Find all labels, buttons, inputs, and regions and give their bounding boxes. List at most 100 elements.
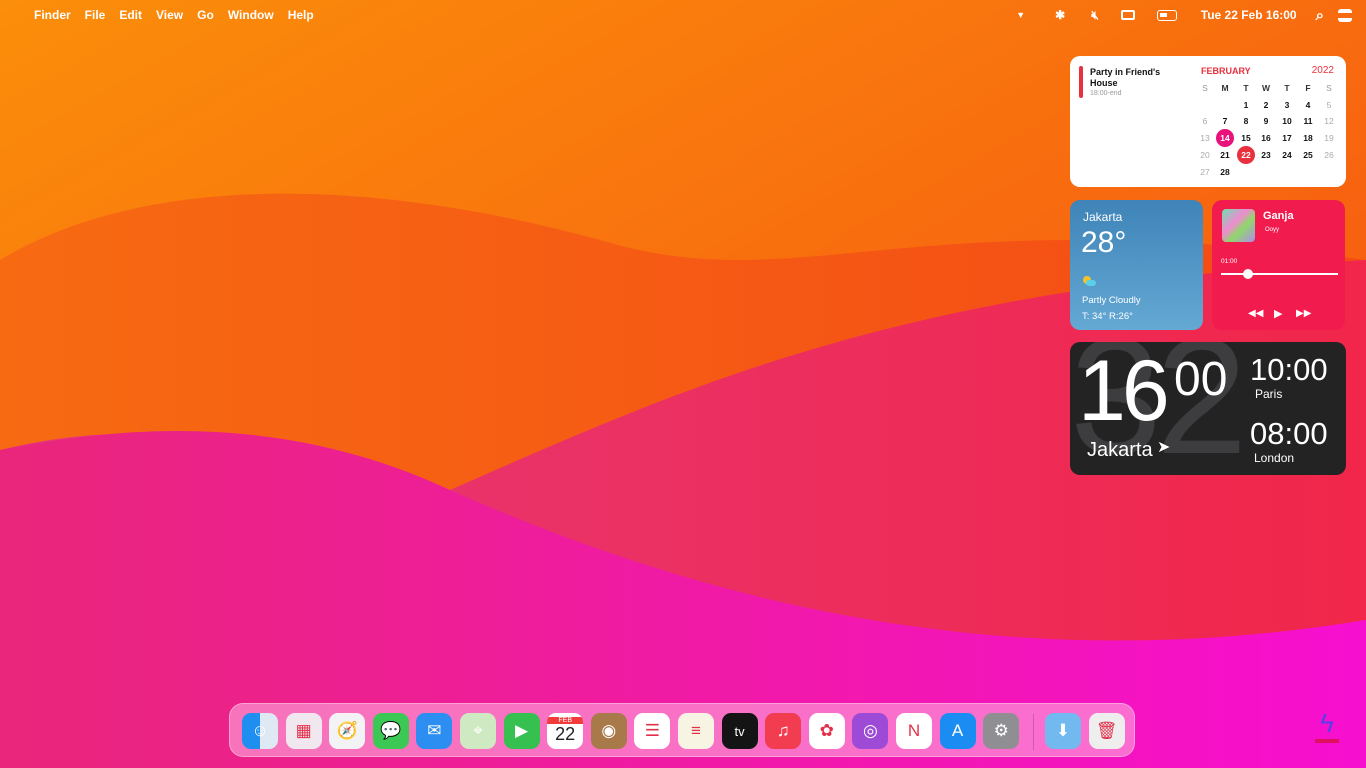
calendar-day[interactable]: 3 [1278, 97, 1296, 113]
calendar-day[interactable]: 2 [1257, 97, 1275, 113]
album-art [1222, 209, 1255, 242]
rewind-button[interactable]: ◀◀ [1248, 308, 1263, 319]
dock: ☺ ▦ 🧭 💬 ✉ ⌖ ▶ FEB 22 ◉ ☰ ≡ tv ♫ ✿ ◎ N A ⚙ ⬇ 🗑 [229, 703, 1135, 757]
calendar-day[interactable]: 12 [1320, 113, 1338, 129]
news-icon[interactable]: N [896, 713, 932, 749]
weekday-header: T [1243, 83, 1249, 93]
calendar-icon[interactable]: FEB 22 [547, 713, 584, 749]
messages-icon[interactable]: 💬 [372, 713, 409, 749]
calendar-widget[interactable]: Party in Friend's House 18:00-end FEBRUA… [1070, 56, 1346, 187]
app-store-icon[interactable]: A [939, 713, 976, 749]
calendar-day[interactable]: 7 [1216, 113, 1234, 129]
paris-label: Paris [1255, 387, 1283, 401]
reminders-icon[interactable]: ☰ [634, 713, 671, 749]
calendar-day[interactable]: 26 [1320, 147, 1338, 163]
trash-icon[interactable]: 🗑 [1088, 713, 1125, 749]
reminders-glyph: ☰ [644, 721, 661, 740]
menu-go[interactable]: Go [197, 8, 214, 22]
calendar-day[interactable]: 28 [1216, 164, 1234, 180]
news-glyph: N [907, 721, 921, 740]
launchpad-icon[interactable]: ▦ [285, 713, 322, 749]
downloads-icon[interactable]: ⬇ [1045, 713, 1081, 749]
calendar-day[interactable]: 8 [1237, 113, 1255, 129]
photos-glyph: ✿ [819, 721, 834, 740]
contacts-glyph: ◉ [601, 721, 617, 740]
calendar-day[interactable]: 23 [1257, 147, 1275, 163]
calendar-day[interactable]: 20 [1196, 147, 1214, 163]
calendar-day[interactable]: 24 [1278, 147, 1296, 163]
calendar-day[interactable]: 6 [1196, 113, 1214, 129]
track-title: Ganja [1263, 210, 1294, 222]
progress-slider[interactable] [1221, 269, 1338, 279]
tv-glyph: tv [734, 723, 745, 739]
contacts-icon[interactable]: ◉ [590, 713, 627, 749]
mail-icon[interactable]: ✉ [416, 713, 453, 749]
calendar-day[interactable]: 14 [1216, 129, 1234, 147]
calendar-day[interactable]: 10 [1278, 113, 1296, 129]
photos-icon[interactable]: ✿ [808, 713, 845, 749]
weather-widget[interactable]: Jakarta 28° Partly Cloudly T: 34° R:26° [1070, 200, 1203, 330]
bluetooth-icon[interactable]: ✱ [1055, 8, 1065, 22]
calendar-day[interactable]: 18 [1299, 130, 1317, 146]
search-icon[interactable]: ⌕ [1316, 7, 1324, 24]
calendar-year: 2022 [1311, 65, 1334, 76]
safari-icon[interactable]: 🧭 [329, 713, 366, 749]
notes-icon[interactable]: ≡ [678, 713, 714, 749]
menu-finder[interactable]: Finder [34, 8, 71, 22]
clock-datetime[interactable]: Tue 22 Feb 16:00 [1201, 8, 1297, 22]
podcasts-icon[interactable]: ◎ [852, 713, 889, 749]
partly-cloudy-icon [1083, 276, 1096, 287]
calendar-month: FEBRUARY [1201, 66, 1251, 76]
calendar-day[interactable]: 15 [1237, 130, 1255, 146]
menu-help[interactable]: Help [288, 8, 314, 22]
finder-icon[interactable]: ☺ [242, 713, 278, 749]
battery-icon[interactable] [1156, 9, 1177, 21]
weekday-header: S [1202, 83, 1208, 93]
calendar-day[interactable]: 21 [1216, 147, 1234, 163]
dropdown-icon[interactable]: ▼ [1016, 10, 1025, 20]
maps-icon[interactable]: ⌖ [460, 713, 496, 749]
world-clock-widget[interactable]: 32 16 00 Jakarta 10:00 Paris 08:00 Londo… [1070, 342, 1346, 475]
calendar-icon-month: FEB [547, 717, 584, 724]
menu-edit[interactable]: Edit [119, 8, 142, 22]
elapsed-time: 01:00 [1221, 258, 1238, 265]
facetime-icon[interactable]: ▶ [503, 713, 540, 749]
progress-knob[interactable] [1242, 269, 1253, 279]
play-button[interactable]: ▶ [1274, 307, 1282, 320]
calendar-day[interactable]: 17 [1278, 130, 1296, 146]
tv-icon[interactable]: tv [721, 713, 758, 749]
volume-muted-icon[interactable]: 🔇︎ [1091, 8, 1099, 23]
calendar-day[interactable]: 1 [1237, 97, 1255, 113]
calendar-day[interactable]: 27 [1196, 164, 1214, 180]
maps-glyph: ⌖ [473, 721, 483, 740]
facetime-glyph: ▶ [515, 721, 529, 740]
calendar-day[interactable]: 19 [1320, 130, 1338, 146]
weekday-header: T [1284, 83, 1290, 93]
weather-range: T: 34° R:26° [1082, 311, 1133, 322]
fast-forward-button[interactable]: ▶▶ [1296, 308, 1311, 319]
london-time: 08:00 [1250, 416, 1328, 451]
mail-glyph: ✉ [427, 721, 442, 740]
calendar-day[interactable]: 22 [1237, 146, 1255, 164]
calendar-day[interactable]: 16 [1257, 130, 1275, 146]
system-preferences-icon[interactable]: ⚙ [983, 713, 1020, 749]
downloads-glyph: ⬇ [1055, 721, 1071, 740]
calendar-day[interactable]: 5 [1320, 97, 1338, 113]
calendar-day[interactable]: 9 [1257, 113, 1275, 129]
track-artist: Ooyy [1265, 227, 1280, 233]
safari-glyph: 🧭 [336, 721, 358, 740]
calendar-day[interactable]: 13 [1196, 130, 1214, 146]
event-title: Party in Friend's House [1090, 67, 1161, 88]
watermark-logo: ϟ [1313, 708, 1341, 744]
music-icon[interactable]: ♫ [765, 713, 802, 749]
music-widget[interactable]: Ganja Ooyy 01:00 ◀◀ ▶ ▶▶ [1212, 200, 1345, 330]
menu-window[interactable]: Window [228, 8, 274, 22]
calendar-day[interactable]: 11 [1299, 113, 1317, 129]
control-center-icon[interactable] [1338, 8, 1352, 22]
calendar-day[interactable]: 25 [1299, 147, 1317, 163]
calendar-day[interactable]: 4 [1299, 97, 1317, 113]
weekday-header: M [1221, 83, 1229, 93]
menu-view[interactable]: View [156, 8, 183, 22]
menu-file[interactable]: File [85, 8, 106, 22]
display-icon[interactable] [1120, 10, 1135, 20]
